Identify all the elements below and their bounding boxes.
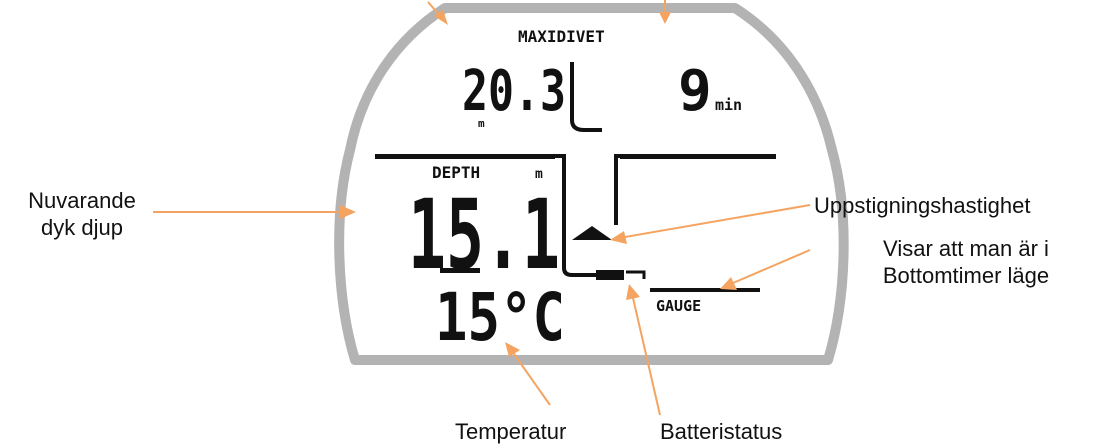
battery-icon — [596, 270, 624, 280]
label-ascent-rate: Uppstigningshastighet — [814, 193, 1031, 218]
max-depth-unit: m — [478, 117, 485, 130]
depth-underline — [440, 268, 480, 273]
mode-bar — [650, 288, 760, 292]
label-temperature: Temperatur — [455, 419, 567, 444]
current-depth-value: 15.1 — [408, 179, 560, 291]
label-current-depth-line2: dyk djup — [41, 215, 123, 240]
label-mode-line2: Bottomtimer läge — [882, 263, 1050, 288]
max-depth-value: 20.3 — [462, 59, 566, 124]
label-current-depth: Nuvarande dyk djup — [12, 187, 152, 241]
label-battery: Batteristatus — [660, 419, 783, 444]
temperature-value: 15°C — [435, 279, 565, 356]
maxdive-label: MAXIDIVET — [518, 27, 605, 46]
label-current-depth-line1: Nuvarande — [28, 188, 136, 213]
dive-time-unit: min — [715, 96, 742, 114]
dive-time-value: 9 — [678, 59, 712, 124]
arrow-current-depth — [153, 205, 356, 219]
divider-left — [375, 154, 555, 159]
mode-label: GAUGE — [656, 297, 701, 315]
dive-computer-diagram: MAXIDIVET 20.3 m 9 min DEPTH m 15.1 15°C… — [153, 0, 849, 416]
divider-right — [620, 154, 776, 159]
label-mode: Visar att man är i Bottomtimer läge — [848, 235, 1084, 289]
label-mode-line1: Visar att man är i — [883, 236, 1049, 261]
